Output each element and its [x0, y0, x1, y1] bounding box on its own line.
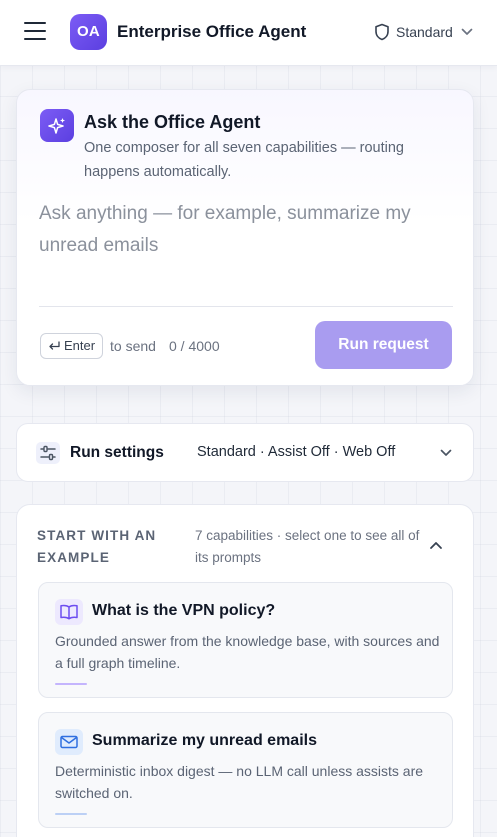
mail-icon: [55, 729, 83, 755]
sparkles-icon: [40, 109, 74, 142]
example-title: What is the VPN policy?: [92, 602, 276, 619]
return-arrow-icon: [49, 341, 60, 350]
run-request-button[interactable]: Run request: [315, 321, 452, 369]
app-logo: OA: [70, 14, 107, 50]
character-counter: 0 / 4000: [169, 338, 220, 354]
example-accent-bar: [55, 683, 87, 685]
prompt-input[interactable]: [39, 198, 454, 298]
example-card-unread-emails[interactable]: Summarize my unread emails Deterministic…: [38, 712, 453, 828]
shield-icon: [375, 23, 389, 41]
hamburger-menu-icon[interactable]: [24, 22, 46, 42]
chevron-down-icon: [461, 28, 473, 35]
app-title: Enterprise Office Agent: [117, 22, 307, 41]
composer-title: Ask the Office Agent: [84, 112, 261, 132]
sliders-icon: [36, 442, 60, 464]
example-description: Grounded answer from the knowledge base,…: [55, 633, 440, 671]
examples-panel: START WITH AN EXAMPLE 7 capabilities · s…: [16, 504, 474, 837]
example-description: Deterministic inbox digest — no LLM call…: [55, 763, 424, 801]
chevron-up-icon[interactable]: [429, 541, 443, 550]
top-header: OA Enterprise Office Agent Standard: [0, 0, 497, 66]
book-open-icon: [55, 599, 83, 625]
mode-dropdown[interactable]: Standard: [374, 22, 473, 42]
mode-label: Standard: [396, 24, 453, 40]
example-card-vpn-policy[interactable]: What is the VPN policy? Grounded answer …: [38, 582, 453, 698]
enter-key-hint: Enter: [40, 333, 104, 359]
send-hint: to send: [110, 338, 156, 354]
run-settings-summary: Standard · Assist Off · Web Off: [197, 444, 396, 460]
examples-heading: START WITH AN EXAMPLE: [37, 528, 157, 565]
composer-card: Ask the Office Agent One composer for al…: [16, 89, 474, 386]
run-settings-title: Run settings: [70, 444, 164, 461]
examples-meta: 7 capabilities · select one to see all o…: [195, 528, 420, 565]
example-accent-bar: [55, 813, 87, 815]
run-settings-toggle[interactable]: Run settings Standard · Assist Off · Web…: [16, 423, 474, 482]
composer-subtitle: One composer for all seven capabilities …: [84, 140, 404, 180]
example-title: Summarize my unread emails: [92, 732, 317, 749]
enter-key-label: Enter: [64, 338, 96, 353]
chevron-down-icon: [440, 449, 452, 456]
composer-divider: [39, 306, 453, 307]
